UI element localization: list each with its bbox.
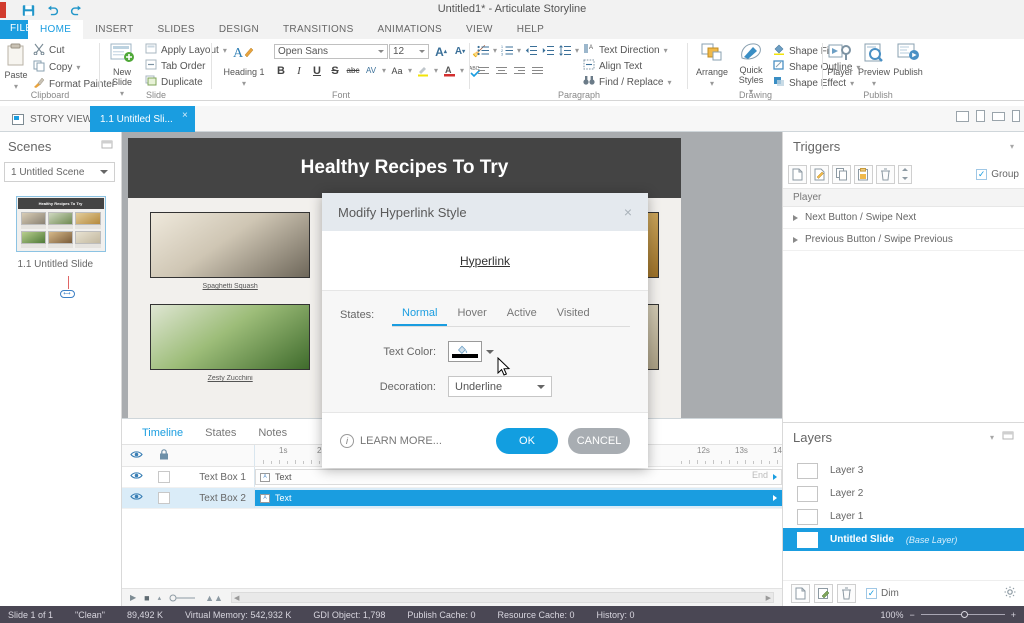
- dialog-buttons: OK CANCEL: [496, 428, 630, 454]
- dialog-body: States: Normal Hover Active Visited Text…: [322, 291, 648, 397]
- text-color-button[interactable]: [448, 341, 482, 362]
- states-label: States:: [340, 309, 392, 327]
- state-tab-visited[interactable]: Visited: [547, 305, 600, 326]
- dialog-header: Modify Hyperlink Style ×: [322, 193, 648, 231]
- modify-hyperlink-style-dialog: Modify Hyperlink Style × Hyperlink State…: [322, 193, 648, 468]
- close-icon[interactable]: ×: [624, 204, 632, 220]
- dialog-title: Modify Hyperlink Style: [338, 205, 467, 220]
- decoration-row: Decoration: Underline: [340, 376, 630, 397]
- hyperlink-preview: Hyperlink: [322, 231, 648, 291]
- modal-overlay: Modify Hyperlink Style × Hyperlink State…: [0, 0, 1024, 623]
- decoration-select[interactable]: Underline: [448, 376, 552, 397]
- cancel-button[interactable]: CANCEL: [568, 428, 630, 454]
- state-tab-active[interactable]: Active: [497, 305, 547, 326]
- learn-more-link[interactable]: i LEARN MORE...: [340, 434, 442, 448]
- decoration-value: Underline: [455, 381, 502, 393]
- text-color-row: Text Color:: [340, 341, 630, 362]
- states-row: States: Normal Hover Active Visited: [340, 305, 630, 327]
- state-tab-hover[interactable]: Hover: [447, 305, 496, 326]
- mouse-cursor-icon: [497, 357, 511, 377]
- hyperlink-preview-text: Hyperlink: [460, 254, 510, 268]
- ok-button[interactable]: OK: [496, 428, 558, 454]
- chevron-down-icon[interactable]: [537, 385, 545, 389]
- dialog-footer: i LEARN MORE... OK CANCEL: [322, 412, 648, 468]
- info-icon: i: [340, 434, 354, 448]
- learn-more-label: LEARN MORE...: [360, 435, 442, 447]
- decoration-label: Decoration:: [340, 381, 448, 393]
- state-tab-normal[interactable]: Normal: [392, 305, 447, 326]
- storyline-app-window: Untitled1* - Articulate Storyline FILE H…: [0, 0, 1024, 623]
- chevron-down-icon[interactable]: [486, 350, 494, 354]
- state-tabs: Normal Hover Active Visited: [392, 305, 630, 327]
- text-color-swatch: [452, 354, 478, 358]
- text-color-label: Text Color:: [340, 346, 448, 358]
